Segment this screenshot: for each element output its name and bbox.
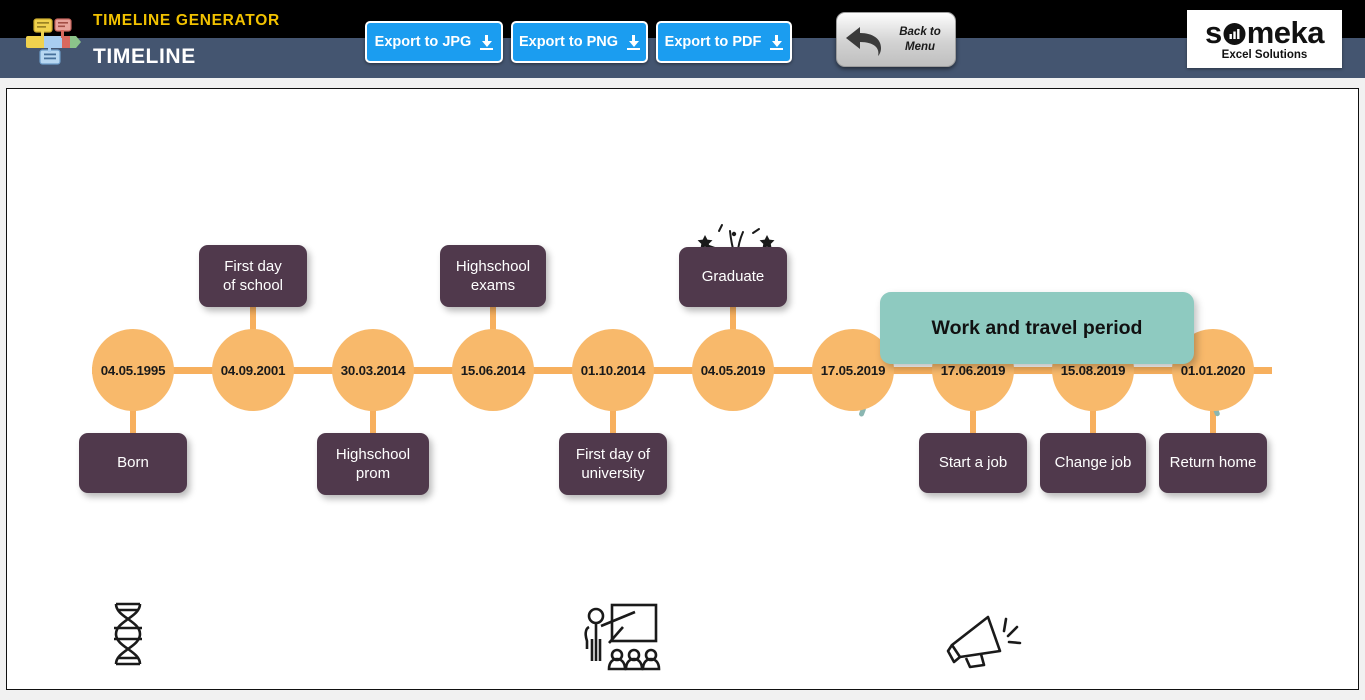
back-to-menu-button[interactable]: Back to Menu (836, 12, 956, 67)
timeline-node-date: 01.10.2014 (580, 362, 646, 378)
product-name: TIMELINE GENERATOR (93, 12, 280, 29)
timeline-node-15.06.2014[interactable]: 15.06.2014 (452, 329, 534, 411)
timeline-event-label: Start a job (938, 454, 1008, 472)
timeline-node-date: 04.05.2019 (700, 362, 766, 378)
timeline-canvas: Work and travel period 04.05.1995 Born 0… (6, 88, 1359, 690)
timeline-event-box[interactable]: Graduate (679, 247, 787, 307)
timeline-event-box[interactable]: First day of school (199, 245, 307, 307)
app-header: TIMELINE GENERATOR TIMELINE Export to JP… (0, 0, 1365, 80)
export-pdf-label: Export to PDF (664, 34, 762, 50)
download-arrow-icon (770, 34, 784, 50)
back-to-menu-line1: Back to (899, 26, 941, 39)
export-to-jpg-button[interactable]: Export to JPG (365, 21, 503, 63)
timeline-flow-icon (20, 12, 82, 68)
export-jpg-label: Export to JPG (374, 34, 472, 50)
export-to-pdf-button[interactable]: Export to PDF (656, 21, 792, 63)
timeline-node-date: 04.05.1995 (100, 362, 166, 378)
timeline-event-box[interactable]: Start a job (919, 433, 1027, 493)
timeline-event-label: Change job (1054, 454, 1132, 472)
someka-tagline: Excel Solutions (1221, 49, 1308, 61)
download-arrow-icon (480, 34, 494, 50)
someka-wordmark-after: meka (1246, 15, 1325, 50)
timeline-event-box[interactable]: Return home (1159, 433, 1267, 493)
back-to-menu-line2: Menu (904, 40, 936, 53)
timeline-node-date: 30.03.2014 (340, 362, 406, 378)
timeline-event-label: Highschool prom (335, 445, 411, 482)
timeline-node-date: 17.05.2019 (820, 362, 886, 378)
dna-helix-icon (105, 601, 151, 678)
timeline-event-box[interactable]: First day of university (559, 433, 667, 495)
timeline-node-30.03.2014[interactable]: 30.03.2014 (332, 329, 414, 411)
bar-chart-icon (1222, 20, 1247, 45)
timeline-event-box[interactable]: Highschool exams (440, 245, 546, 307)
timeline-stage: Work and travel period 04.05.1995 Born 0… (7, 89, 1358, 689)
timeline-node-04.05.2019[interactable]: 04.05.2019 (692, 329, 774, 411)
timeline-event-label: Return home (1169, 454, 1257, 472)
back-arrow-icon (846, 26, 881, 56)
someka-wordmark-before: s (1204, 15, 1222, 50)
export-to-png-button[interactable]: Export to PNG (511, 21, 648, 63)
timeline-node-date: 01.01.2020 (1180, 362, 1246, 378)
timeline-node-date: 15.06.2014 (460, 362, 526, 378)
back-to-menu-label: Back to Menu (890, 25, 955, 54)
timeline-node-date: 04.09.2001 (220, 362, 286, 378)
timeline-node-01.10.2014[interactable]: 01.10.2014 (572, 329, 654, 411)
classroom-presentation-icon (579, 599, 661, 684)
timeline-node-date: 17.06.2019 (940, 362, 1006, 378)
timeline-node-date: 15.08.2019 (1060, 362, 1126, 378)
timeline-event-label: First day of university (575, 445, 651, 482)
timeline-event-label: Graduate (701, 268, 765, 286)
period-banner-label: Work and travel period (931, 316, 1143, 339)
megaphone-icon (944, 607, 1024, 678)
timeline-node-04.09.2001[interactable]: 04.09.2001 (212, 329, 294, 411)
timeline-event-box[interactable]: Highschool prom (317, 433, 429, 495)
timeline-node-04.05.1995[interactable]: 04.05.1995 (92, 329, 174, 411)
period-banner[interactable]: Work and travel period (880, 292, 1194, 364)
someka-logo: s meka Excel Solutions (1187, 10, 1342, 68)
timeline-event-box[interactable]: Born (79, 433, 187, 493)
timeline-event-box[interactable]: Change job (1040, 433, 1146, 493)
timeline-event-label: First day of school (222, 257, 284, 294)
page-title: TIMELINE (93, 45, 196, 68)
timeline-event-label: Highschool exams (455, 257, 531, 294)
timeline-event-label: Born (117, 454, 149, 472)
export-png-label: Export to PNG (518, 34, 619, 50)
someka-wordmark: s meka (1204, 15, 1325, 50)
download-arrow-icon (627, 34, 641, 50)
